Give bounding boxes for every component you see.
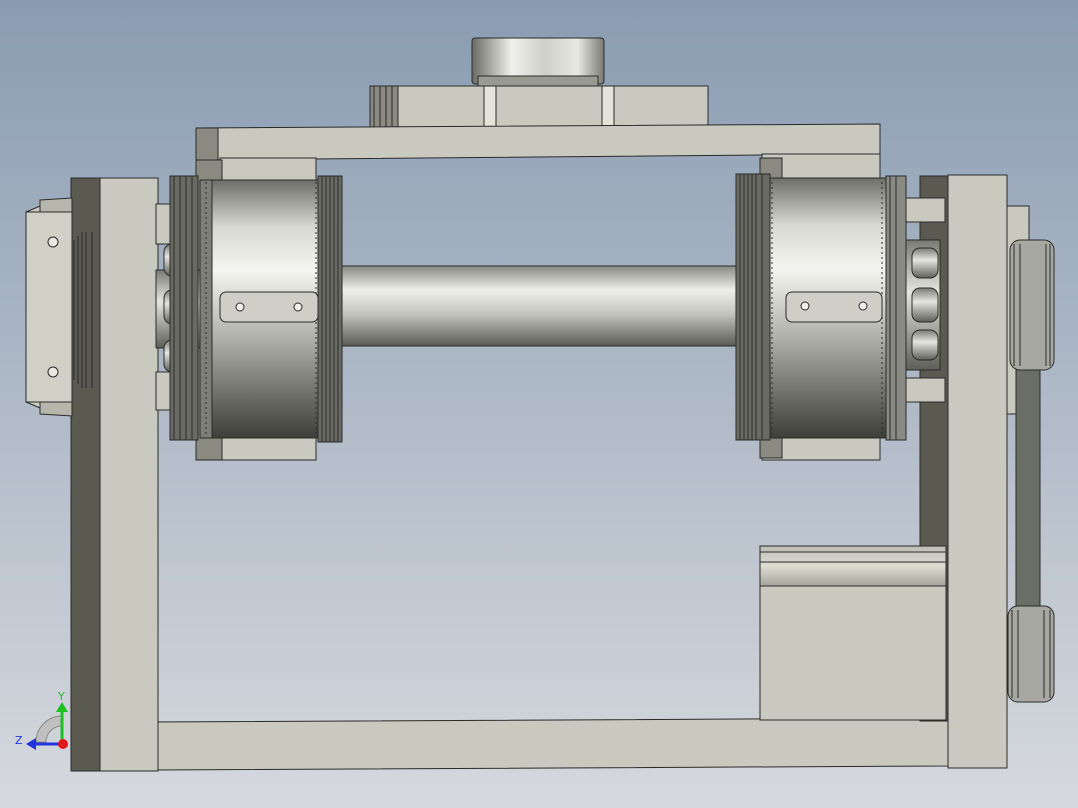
right-drum[interactable]	[735, 173, 907, 441]
main-shaft[interactable]	[337, 265, 771, 347]
clamp-plate[interactable]	[785, 291, 883, 323]
left-drum[interactable]	[199, 175, 343, 443]
bolt-hole	[47, 236, 59, 248]
bottom-plate[interactable]	[151, 717, 951, 771]
bolt-hole	[293, 302, 303, 312]
bolt-hole	[47, 366, 59, 378]
cad-viewport[interactable]: Y Z	[0, 0, 1078, 808]
triad-x-axis-dot	[58, 739, 68, 749]
bolt-hole	[235, 302, 245, 312]
cad-model-view[interactable]: Y Z	[0, 0, 1078, 808]
triad-y-label: Y	[57, 690, 65, 703]
clamp-plate[interactable]	[219, 291, 319, 323]
lower-pulley[interactable]	[1007, 605, 1055, 703]
left-stub-assembly[interactable]	[155, 175, 203, 441]
bolt-hole	[800, 301, 810, 311]
upper-pulley[interactable]	[1009, 239, 1055, 371]
bolt-hole	[858, 301, 868, 311]
right-stub-assembly[interactable]	[905, 239, 941, 371]
left-upright-face[interactable]	[99, 177, 159, 772]
triad-z-label: Z	[15, 734, 23, 747]
top-mount-block[interactable]	[369, 85, 709, 129]
right-upright-face[interactable]	[947, 174, 1008, 769]
motor-gearbox[interactable]	[759, 545, 947, 721]
